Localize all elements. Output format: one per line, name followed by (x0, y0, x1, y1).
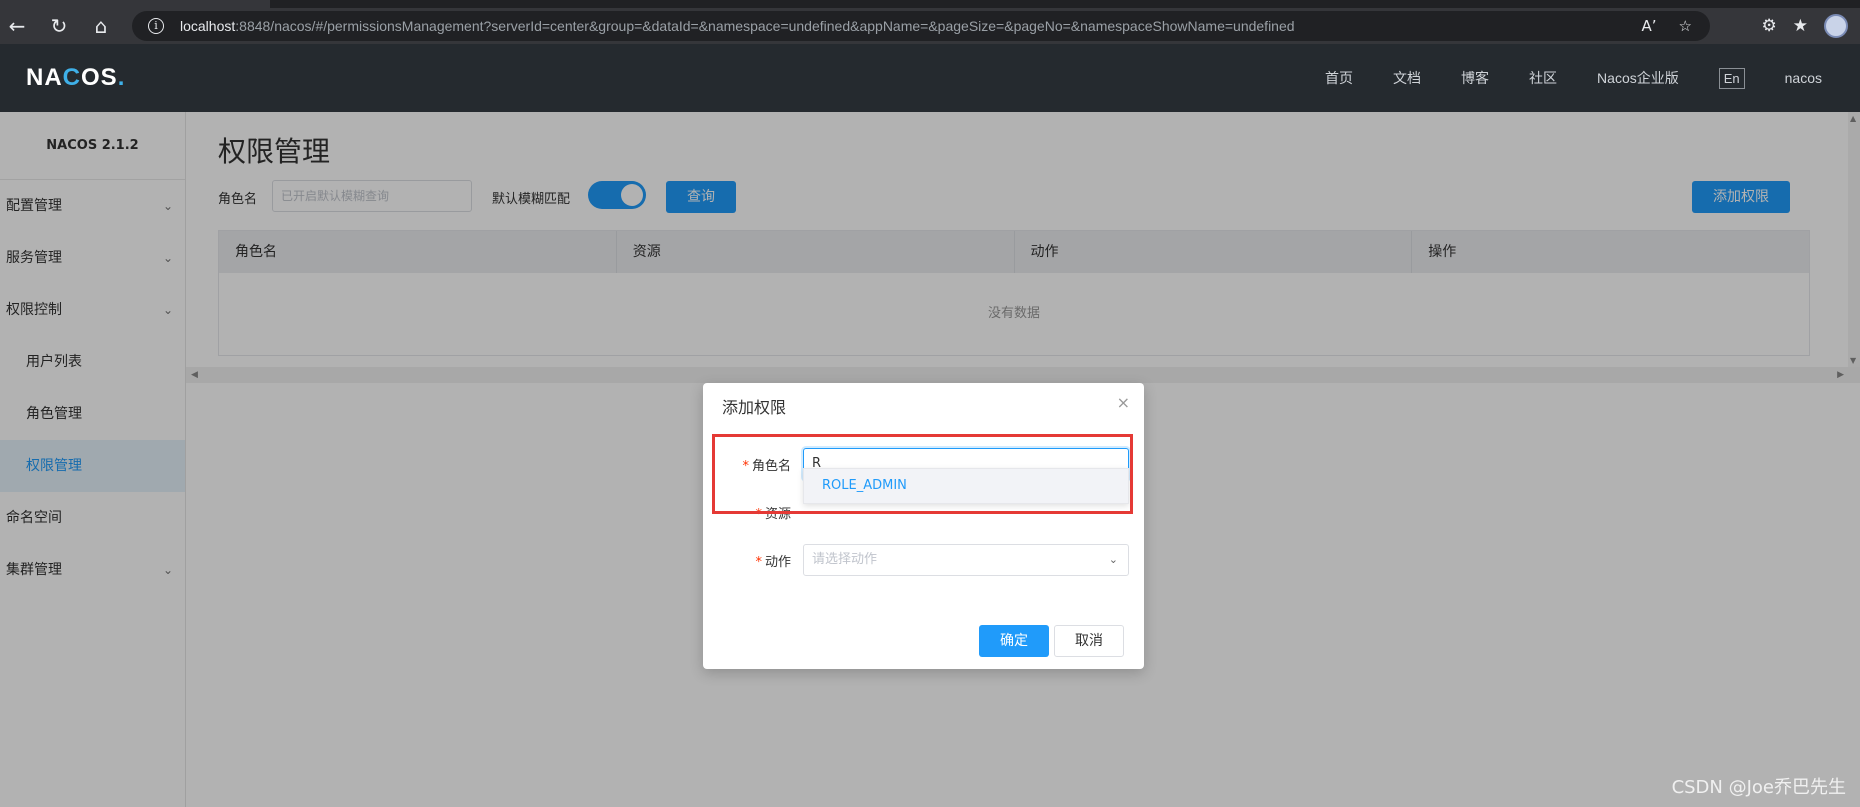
nav-blog[interactable]: 博客 (1461, 68, 1489, 88)
home-icon[interactable]: ⌂ (84, 11, 118, 41)
nav-enterprise[interactable]: Nacos企业版 (1597, 68, 1679, 88)
header-nav: 首页 文档 博客 社区 Nacos企业版 En nacos (1285, 44, 1822, 112)
browser-toolbar: ← ↻ ⌂ i localhost:8848/nacos/#/permissio… (0, 8, 1860, 44)
action-select[interactable]: 请选择动作 ⌄ (803, 544, 1129, 576)
favorites-bar-icon[interactable]: ★ (1793, 16, 1808, 36)
extensions-icon[interactable]: ⚙ (1762, 16, 1777, 36)
url-text[interactable]: localhost:8848/nacos/#/permissionsManage… (180, 18, 1295, 34)
watermark: CSDN @Joe乔巴先生 (1671, 777, 1846, 798)
address-bar[interactable]: i localhost:8848/nacos/#/permissionsMana… (132, 11, 1710, 41)
back-icon[interactable]: ← (0, 11, 34, 41)
browser-tab-strip (0, 0, 1860, 8)
language-switch[interactable]: En (1718, 67, 1745, 89)
annotation-highlight-box (712, 434, 1133, 514)
dialog-title: 添加权限 (722, 398, 787, 417)
nacos-logo[interactable]: NACOS. (26, 64, 125, 92)
favorite-star-icon[interactable]: ☆ (1679, 17, 1692, 35)
close-icon[interactable]: × (1117, 393, 1130, 412)
nav-home[interactable]: 首页 (1325, 68, 1353, 88)
action-select-placeholder: 请选择动作 (812, 552, 878, 567)
add-permission-dialog: 添加权限 × * 角色名 R * 资源 * 动作 请选择动作 ⌄ ROLE_ADMIN… (703, 383, 1144, 669)
browser-tab[interactable] (0, 0, 270, 8)
required-mark: * (755, 555, 762, 570)
nav-docs[interactable]: 文档 (1393, 68, 1421, 88)
cancel-button[interactable]: 取消 (1054, 625, 1124, 657)
app-header: NACOS. 首页 文档 博客 社区 Nacos企业版 En nacos (0, 44, 1860, 112)
read-aloud-icon[interactable]: A’ (1642, 17, 1657, 35)
user-menu[interactable]: nacos (1785, 70, 1822, 86)
profile-avatar[interactable] (1824, 14, 1848, 38)
chevron-down-icon: ⌄ (1108, 553, 1118, 566)
action-label: * 动作 (755, 555, 791, 570)
nav-community[interactable]: 社区 (1529, 68, 1557, 88)
site-info-icon[interactable]: i (148, 18, 164, 34)
reload-icon[interactable]: ↻ (42, 11, 76, 41)
confirm-button[interactable]: 确定 (979, 625, 1049, 657)
